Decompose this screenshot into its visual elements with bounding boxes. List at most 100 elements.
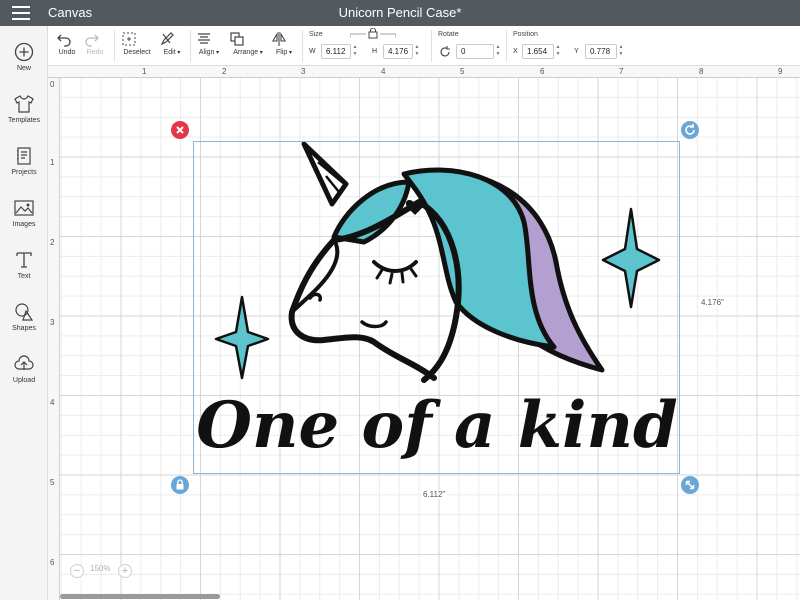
shapes-icon [15, 303, 34, 321]
height-field[interactable]: 4.176 [383, 44, 413, 59]
toolbar-divider [302, 30, 303, 62]
rotate-handle[interactable] [681, 121, 699, 139]
zoom-out-button[interactable]: − [70, 564, 84, 578]
horizontal-scrollbar[interactable] [60, 594, 220, 599]
ruler-top: 1 2 3 4 5 6 7 8 9 [48, 66, 800, 78]
deselect-button[interactable]: Deselect [121, 29, 153, 56]
sidebar-item-label: Images [12, 221, 36, 228]
toolbar-divider [190, 30, 191, 62]
ruler-tick-label: 0 [50, 80, 55, 89]
selection-box[interactable]: One of a kind [193, 141, 680, 474]
scale-handle[interactable] [681, 476, 699, 494]
ruler-tick-label: 6 [50, 558, 55, 567]
sidebar-item-new[interactable]: New [0, 42, 48, 72]
width-label: W [309, 48, 316, 55]
flip-button[interactable]: Flip ▾ [271, 29, 297, 56]
lock-handle[interactable] [171, 476, 189, 494]
ruler-tick-label: 2 [222, 67, 227, 76]
flip-label: Flip [276, 49, 288, 56]
edit-icon [160, 32, 174, 46]
align-label: Align [198, 49, 215, 56]
left-sidebar: New Templates Projects Images Text Shape… [0, 26, 48, 600]
ruler-tick-label: 6 [540, 67, 545, 76]
height-label: H [372, 48, 378, 55]
position-label: Position [513, 31, 538, 38]
redo-button[interactable]: Redo [84, 29, 106, 56]
toolbar-divider [114, 30, 115, 62]
x-position-field[interactable]: 1.654 [522, 44, 554, 59]
ruler-tick-label: 5 [460, 67, 465, 76]
unicorn-artwork[interactable]: One of a kind [194, 142, 681, 475]
upload-icon [14, 355, 34, 370]
sidebar-item-label: Templates [8, 117, 40, 124]
projects-icon [17, 147, 31, 165]
toolbar-divider [431, 30, 432, 62]
resize-arrow-icon [685, 480, 695, 490]
sidebar-item-upload[interactable]: Upload [0, 354, 48, 384]
sidebar-item-label: Projects [11, 169, 37, 176]
nostril [308, 292, 323, 302]
delete-handle[interactable] [171, 121, 189, 139]
y-position-stepper[interactable]: ▲ ▼ [618, 44, 624, 59]
y-label: Y [574, 48, 579, 55]
x-position-stepper[interactable]: ▲ ▼ [555, 44, 561, 59]
sidebar-item-label: Upload [12, 377, 36, 384]
width-stepper[interactable]: ▲ ▼ [352, 44, 358, 59]
undo-icon [57, 34, 71, 47]
sidebar-item-images[interactable]: Images [0, 198, 48, 228]
ruler-tick-label: 3 [50, 318, 55, 327]
ruler-tick-label: 9 [778, 67, 783, 76]
zoom-level: 150% [90, 564, 111, 573]
head-front [288, 237, 437, 381]
sidebar-item-label: Shapes [12, 325, 36, 332]
lock-handle-icon [176, 479, 184, 490]
toolbar-divider [506, 30, 507, 62]
sidebar-item-label: New [16, 65, 31, 72]
undo-label: Undo [58, 49, 76, 56]
rotate-label: Rotate [438, 31, 459, 38]
undo-button[interactable]: Undo [56, 29, 78, 56]
toolbar: Undo Redo Deselect Edit ▾ Align ▾ Arrang… [48, 26, 800, 66]
ruler-tick-label: 4 [50, 398, 55, 407]
rotate-stepper[interactable]: ▲ ▼ [495, 44, 501, 59]
rotate-field[interactable]: 0 [456, 44, 494, 59]
text-icon [16, 252, 32, 268]
horn [301, 142, 349, 207]
document-title: Unicorn Pencil Case* [338, 5, 462, 20]
ruler-tick-label: 5 [50, 478, 55, 487]
image-icon [14, 200, 34, 216]
zoom-in-button[interactable]: + [118, 564, 132, 578]
ruler-tick-label: 2 [50, 238, 55, 247]
size-label: Size [309, 31, 323, 38]
arrange-button[interactable]: Arrange ▾ [229, 29, 267, 56]
sidebar-item-shapes[interactable]: Shapes [0, 302, 48, 332]
width-field[interactable]: 6.112 [321, 44, 351, 59]
ruler-tick-label: 3 [301, 67, 306, 76]
rotate-handle-icon [685, 124, 695, 135]
close-icon [176, 126, 184, 134]
rotate-icon [440, 46, 450, 57]
design-canvas[interactable]: One of a kind 6.112" 4.176" − 150% + [60, 78, 800, 600]
lock-icon[interactable] [350, 28, 396, 40]
arrange-icon [230, 32, 244, 46]
y-position-field[interactable]: 0.778 [585, 44, 617, 59]
plus-circle-icon [14, 42, 34, 62]
height-dimension-label: 4.176" [700, 298, 725, 307]
mouth [360, 320, 388, 329]
height-stepper[interactable]: ▲ ▼ [414, 44, 420, 59]
redo-label: Redo [86, 49, 104, 56]
ruler-tick-label: 7 [619, 67, 624, 76]
x-label: X [513, 48, 518, 55]
sidebar-item-templates[interactable]: Templates [0, 94, 48, 124]
ruler-left: 0 1 2 3 4 5 6 [48, 78, 60, 600]
width-dimension-label: 6.112" [422, 490, 447, 499]
sidebar-item-projects[interactable]: Projects [0, 146, 48, 176]
sidebar-item-text[interactable]: Text [0, 250, 48, 280]
align-icon [198, 33, 210, 44]
face-line [292, 242, 340, 312]
sparkle-left [214, 295, 270, 380]
sidebar-item-label: Text [17, 273, 31, 280]
edit-button[interactable]: Edit ▾ [159, 29, 185, 56]
align-button[interactable]: Align ▾ [196, 29, 222, 56]
sparkle-right [601, 207, 661, 309]
